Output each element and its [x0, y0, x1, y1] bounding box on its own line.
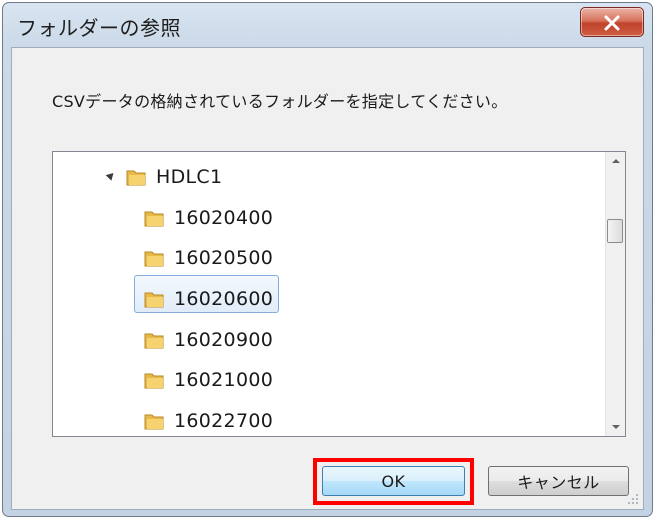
scroll-thumb[interactable]	[607, 219, 623, 243]
tree-item-label[interactable]: 16020500	[174, 247, 273, 269]
folder-icon	[143, 247, 165, 269]
cancel-button[interactable]: キャンセル	[488, 466, 629, 496]
close-button[interactable]	[580, 7, 644, 37]
window-title: フォルダーの参照	[17, 16, 181, 40]
instruction-text: CSVデータの格納されているフォルダーを指定してください。	[52, 92, 508, 111]
folder-icon	[143, 329, 165, 351]
folder-icon	[143, 410, 165, 432]
close-x-icon	[604, 15, 620, 31]
resize-grip-icon[interactable]	[627, 493, 639, 505]
red-highlight-box	[313, 458, 474, 505]
dialog-content: CSVデータの格納されているフォルダーを指定してください。 HDLC1 1602…	[11, 47, 644, 510]
folder-icon	[143, 369, 165, 391]
folder-icon	[125, 166, 147, 188]
expand-collapse-icon[interactable]	[105, 170, 117, 181]
folder-browse-dialog: フォルダーの参照 CSVデータの格納されているフォルダーを指定してください。 H…	[2, 2, 653, 517]
tree-root-label[interactable]: HDLC1	[156, 166, 222, 188]
vertical-scrollbar[interactable]	[605, 152, 625, 436]
folder-icon	[143, 207, 165, 229]
title-bar[interactable]: フォルダーの参照	[3, 3, 652, 47]
tree-item-label-selected[interactable]: 16020600	[174, 288, 273, 310]
scroll-up-arrow-icon[interactable]	[606, 152, 625, 171]
folder-icon	[143, 288, 165, 310]
tree-item-label[interactable]: 16020900	[174, 329, 273, 351]
tree-item-label[interactable]: 16021000	[174, 369, 273, 391]
scroll-down-arrow-icon[interactable]	[606, 417, 625, 436]
tree-item-label[interactable]: 16020400	[174, 207, 273, 229]
tree-item-label[interactable]: 16022700	[174, 410, 273, 432]
folder-tree[interactable]: HDLC1 16020400 16020500 16020600 1602090…	[52, 151, 626, 437]
